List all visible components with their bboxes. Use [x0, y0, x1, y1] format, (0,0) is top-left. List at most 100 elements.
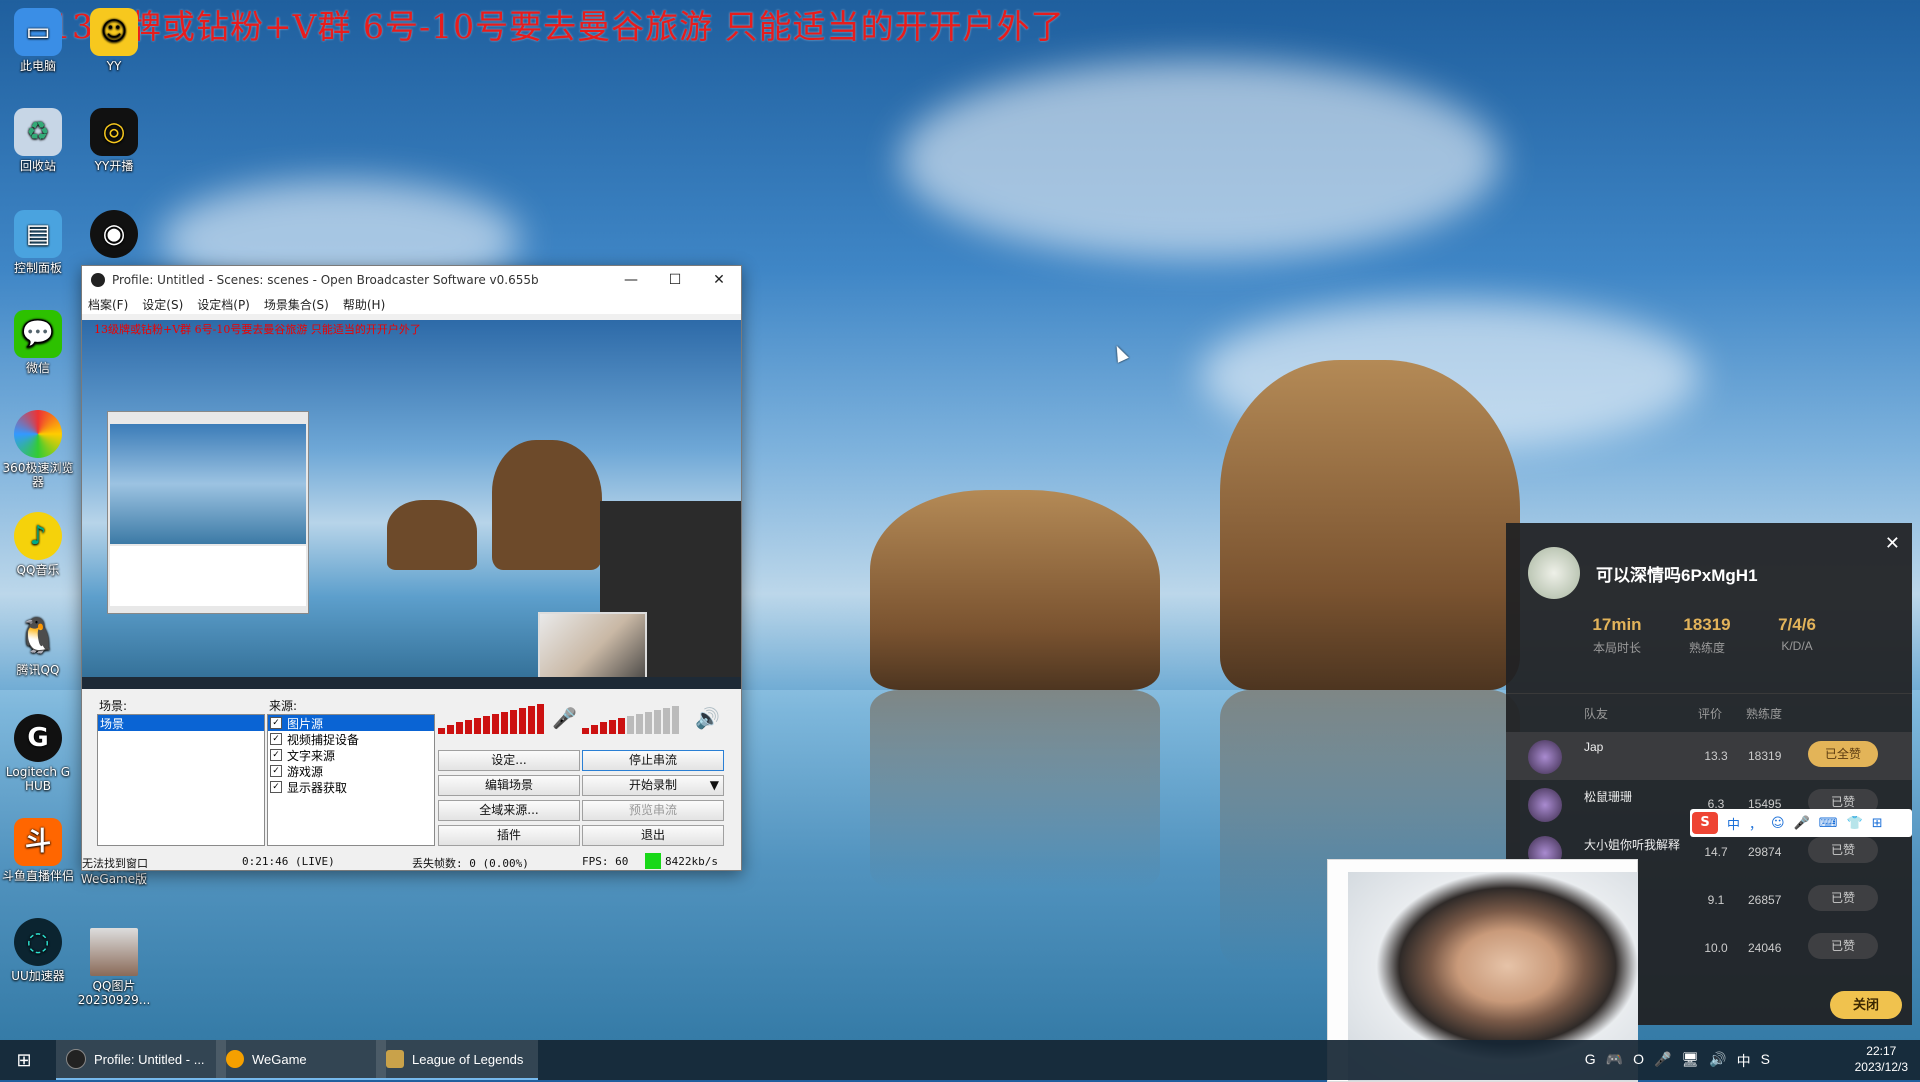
- desktop-icon-qq[interactable]: 🐧 腾讯QQ: [0, 612, 76, 677]
- menu-file[interactable]: 档案(F): [88, 296, 128, 313]
- ime-language[interactable]: 中: [1727, 814, 1740, 833]
- desktop-icon-control-panel[interactable]: ▤ 控制面板: [0, 210, 76, 275]
- source-item[interactable]: ✓ 游戏源: [268, 763, 434, 779]
- douyu-icon: 斗: [14, 818, 62, 866]
- emoji-icon[interactable]: ☺: [1771, 816, 1785, 831]
- yy-live-icon: ◎: [90, 108, 138, 156]
- preview-banner: 13级牌或钻粉+V群 6号-10号要去曼谷旅游 只能适当的开开户外了: [94, 323, 421, 336]
- volume-icon[interactable]: 🔊: [1709, 1051, 1726, 1071]
- maximize-button[interactable]: ☐: [653, 272, 697, 288]
- ime-toolbar[interactable]: S 中 ， ☺ 🎤 ⌨ 👕 ⊞: [1690, 809, 1912, 837]
- checkbox[interactable]: ✓: [270, 733, 282, 745]
- source-item[interactable]: ✓ 图片源: [268, 715, 434, 731]
- mic-volume-meter[interactable]: [438, 704, 544, 734]
- stream-preview[interactable]: 13级牌或钻粉+V群 6号-10号要去曼谷旅游 只能适当的开开户外了: [82, 320, 741, 689]
- header-mastery: 熟练度: [1746, 707, 1783, 721]
- teammate-row: Jap 13.3 18319 已全赞: [1506, 732, 1912, 780]
- edit-scene-button[interactable]: 编辑场景: [438, 775, 580, 796]
- minimize-button[interactable]: —: [609, 272, 653, 288]
- desktop-icon-douyu[interactable]: 斗 斗鱼直播伴侣: [0, 818, 76, 883]
- clock[interactable]: 22:17 2023/12/3: [1855, 1043, 1908, 1075]
- punctuation-icon[interactable]: ，: [1749, 814, 1762, 833]
- taskbar-item-lol[interactable]: League of Legends: [376, 1040, 538, 1080]
- desktop-icon-obs[interactable]: ◉: [76, 210, 152, 261]
- preview-rock: [387, 500, 477, 570]
- checkbox[interactable]: ✓: [270, 781, 282, 793]
- microphone-icon[interactable]: 🎤: [552, 706, 577, 730]
- sogou-icon[interactable]: S: [1692, 812, 1718, 834]
- checkbox[interactable]: ✓: [270, 765, 282, 777]
- sources-list[interactable]: ✓ 图片源 ✓ 视频捕捉设备 ✓ 文字来源 ✓ 游戏源 ✓ 显示器获取: [267, 714, 435, 846]
- source-item[interactable]: ✓ 视频捕捉设备: [268, 731, 434, 747]
- like-button[interactable]: 已赞: [1808, 885, 1878, 911]
- preview-stream-button[interactable]: 预览串流: [582, 800, 724, 821]
- header-team: 队友: [1584, 707, 1609, 721]
- wegame-icon: [226, 1050, 244, 1068]
- desktop-volume-meter[interactable]: [582, 704, 679, 734]
- gamepad-tray-icon[interactable]: 🎮: [1606, 1051, 1623, 1071]
- sources-label: 来源:: [269, 699, 298, 713]
- desktop-icon-360[interactable]: 360极速浏览器: [0, 410, 76, 489]
- sogou-tray-icon[interactable]: S: [1761, 1051, 1770, 1071]
- toolbox-icon[interactable]: ⊞: [1872, 816, 1883, 831]
- logitech-tray-icon[interactable]: G: [1585, 1051, 1596, 1071]
- desktop-icon-qqmusic[interactable]: ♪ QQ音乐: [0, 512, 76, 577]
- desktop-icon-qq-image[interactable]: QQ图片20230929...: [76, 928, 152, 1007]
- status-dropped-frames: 丢失帧数: 0 (0.00%): [412, 857, 529, 870]
- like-button[interactable]: 已赞: [1808, 837, 1878, 863]
- menu-profile[interactable]: 设定档(P): [197, 296, 250, 313]
- desktop-icon-yy[interactable]: ☺ YY: [76, 8, 152, 73]
- like-button[interactable]: 已赞: [1808, 933, 1878, 959]
- global-sources-button[interactable]: 全域来源...: [438, 800, 580, 821]
- player-name: 可以深情吗6PxMgH1: [1596, 566, 1758, 585]
- start-button[interactable]: ⊞: [0, 1040, 48, 1080]
- input-language-icon[interactable]: 中: [1737, 1051, 1751, 1071]
- close-icon[interactable]: ✕: [1885, 533, 1900, 554]
- source-item[interactable]: ✓ 显示器获取: [268, 779, 434, 795]
- voice-icon[interactable]: 🎤: [1794, 816, 1810, 831]
- desktop-icon-recycle[interactable]: ♻ 回收站: [0, 108, 76, 173]
- speaker-icon[interactable]: 🔊: [695, 706, 720, 730]
- wechat-icon: 💬: [14, 310, 62, 358]
- avatar: [1528, 547, 1580, 599]
- exit-button[interactable]: 退出: [582, 825, 724, 846]
- like-button[interactable]: 已全赞: [1808, 741, 1878, 767]
- network-icon[interactable]: 🖥: [1681, 1051, 1699, 1071]
- desktop-icon-logitech[interactable]: G Logitech G HUB: [0, 714, 76, 793]
- uu-icon: ◌: [14, 918, 62, 966]
- desktop-icon-computer[interactable]: ▭ 此电脑: [0, 8, 76, 73]
- menu-scene-collection[interactable]: 场景集合(S): [264, 296, 329, 313]
- windows-icon: ⊞: [16, 1049, 32, 1070]
- taskbar-item-obs[interactable]: Profile: Untitled - ...: [56, 1040, 226, 1080]
- checkbox[interactable]: ✓: [270, 717, 282, 729]
- scene-item[interactable]: 场景: [98, 715, 264, 731]
- microphone-tray-icon[interactable]: 🎤: [1654, 1051, 1671, 1071]
- keyboard-icon[interactable]: ⌨: [1819, 816, 1838, 831]
- yy-tray-icon[interactable]: O: [1633, 1051, 1644, 1071]
- taskbar-item-wegame[interactable]: WeGame: [216, 1040, 386, 1080]
- checkbox[interactable]: ✓: [270, 749, 282, 761]
- settings-button[interactable]: 设定...: [438, 750, 580, 771]
- source-item[interactable]: ✓ 文字来源: [268, 747, 434, 763]
- window-title: Profile: Untitled - Scenes: scenes - Ope…: [112, 273, 539, 287]
- scenes-list[interactable]: 场景: [97, 714, 265, 846]
- rock: [1220, 360, 1520, 690]
- obs-titlebar[interactable]: Profile: Untitled - Scenes: scenes - Ope…: [82, 266, 741, 294]
- dropdown-arrow-icon[interactable]: ▼: [710, 776, 719, 795]
- menu-help[interactable]: 帮助(H): [343, 296, 385, 313]
- plugins-button[interactable]: 插件: [438, 825, 580, 846]
- desktop-icon-yy-live[interactable]: ◎ YY开播: [76, 108, 152, 173]
- desktop-icon-wechat[interactable]: 💬 微信: [0, 310, 76, 375]
- desktop-icon-uu[interactable]: ◌ UU加速器: [0, 918, 76, 983]
- close-button[interactable]: ✕: [697, 272, 741, 288]
- skin-icon[interactable]: 👕: [1847, 816, 1863, 831]
- obs-icon: ◉: [90, 210, 138, 258]
- menu-settings[interactable]: 设定(S): [142, 296, 183, 313]
- close-panel-button[interactable]: 关闭: [1830, 991, 1902, 1019]
- stop-stream-button[interactable]: 停止串流: [582, 750, 724, 771]
- divider: [1506, 693, 1912, 694]
- start-record-button[interactable]: 开始录制 ▼: [582, 775, 724, 796]
- qq-icon: 🐧: [16, 616, 60, 656]
- preview-taskbar: [82, 677, 741, 689]
- header-score: 评价: [1698, 707, 1723, 721]
